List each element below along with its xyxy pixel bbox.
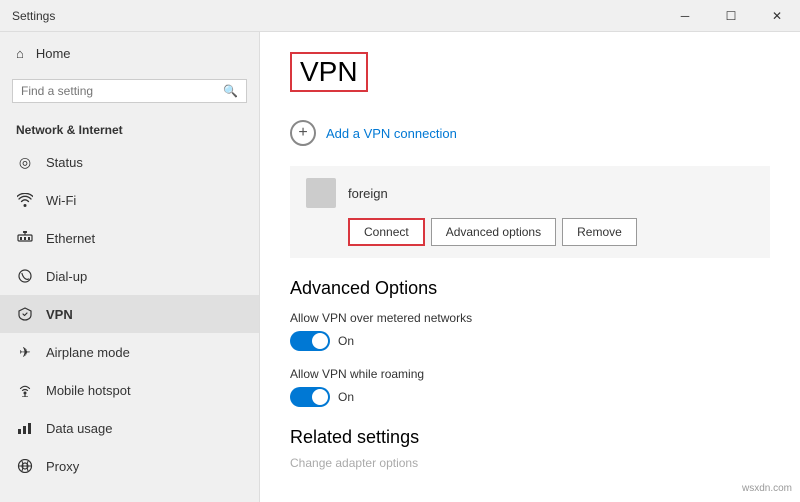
sidebar-home-label: Home (36, 46, 71, 61)
vpn-icon (16, 305, 34, 323)
change-adapter-link: Change adapter options (290, 456, 770, 470)
sidebar-item-datausage[interactable]: Data usage (0, 409, 259, 447)
sidebar-item-vpn[interactable]: VPN (0, 295, 259, 333)
sidebar-item-proxy[interactable]: Proxy (0, 447, 259, 485)
sidebar-item-status[interactable]: ◎ Status (0, 143, 259, 181)
vpn-item-header: foreign (306, 178, 754, 208)
dialup-icon (16, 267, 34, 285)
titlebar: Settings ─ ☐ ✕ (0, 0, 800, 32)
minimize-button[interactable]: ─ (662, 0, 708, 32)
main-content: VPN + Add a VPN connection foreign Conne… (260, 32, 800, 502)
search-icon: 🔍 (223, 84, 238, 98)
vpn-roaming-toggle-label: On (338, 390, 354, 404)
vpn-roaming-option: Allow VPN while roaming On (290, 367, 770, 407)
remove-button[interactable]: Remove (562, 218, 637, 246)
sidebar-item-label: Proxy (46, 459, 79, 474)
vpn-metered-option: Allow VPN over metered networks On (290, 311, 770, 351)
home-icon: ⌂ (16, 46, 24, 61)
search-input[interactable] (21, 84, 217, 98)
vpn-metered-toggle-label: On (338, 334, 354, 348)
related-settings-title: Related settings (290, 427, 770, 448)
vpn-roaming-toggle[interactable] (290, 387, 330, 407)
add-vpn-button[interactable]: + Add a VPN connection (290, 112, 770, 154)
vpn-metered-toggle-row: On (290, 331, 770, 351)
vpn-connection-name: foreign (348, 186, 388, 201)
sidebar: ⌂ Home 🔍 Network & Internet ◎ Status Wi-… (0, 32, 260, 502)
titlebar-controls: ─ ☐ ✕ (662, 0, 800, 31)
search-box[interactable]: 🔍 (12, 79, 247, 103)
sidebar-item-label: Wi-Fi (46, 193, 76, 208)
airplane-icon: ✈ (16, 343, 34, 361)
sidebar-item-label: VPN (46, 307, 73, 322)
app-body: ⌂ Home 🔍 Network & Internet ◎ Status Wi-… (0, 32, 800, 502)
datausage-icon (16, 419, 34, 437)
advanced-options-button[interactable]: Advanced options (431, 218, 556, 246)
page-title: VPN (290, 52, 368, 92)
vpn-actions: Connect Advanced options Remove (306, 218, 754, 246)
titlebar-title: Settings (12, 9, 55, 23)
vpn-metered-toggle[interactable] (290, 331, 330, 351)
advanced-options-title: Advanced Options (290, 278, 770, 299)
sidebar-item-hotspot[interactable]: Mobile hotspot (0, 371, 259, 409)
sidebar-section-title: Network & Internet (0, 111, 259, 143)
sidebar-item-label: Airplane mode (46, 345, 130, 360)
status-icon: ◎ (16, 153, 34, 171)
close-button[interactable]: ✕ (754, 0, 800, 32)
vpn-connection-icon (306, 178, 336, 208)
sidebar-item-label: Mobile hotspot (46, 383, 131, 398)
sidebar-item-dialup[interactable]: Dial-up (0, 257, 259, 295)
sidebar-item-label: Dial-up (46, 269, 87, 284)
vpn-roaming-toggle-row: On (290, 387, 770, 407)
watermark: wsxdn.com (742, 483, 792, 494)
wifi-icon (16, 191, 34, 209)
add-vpn-label: Add a VPN connection (326, 126, 457, 141)
maximize-button[interactable]: ☐ (708, 0, 754, 32)
vpn-metered-label: Allow VPN over metered networks (290, 311, 770, 325)
sidebar-item-ethernet[interactable]: Ethernet (0, 219, 259, 257)
proxy-icon (16, 457, 34, 475)
sidebar-item-airplane[interactable]: ✈ Airplane mode (0, 333, 259, 371)
vpn-connection-item: foreign Connect Advanced options Remove (290, 166, 770, 258)
connect-button[interactable]: Connect (348, 218, 425, 246)
sidebar-item-wifi[interactable]: Wi-Fi (0, 181, 259, 219)
sidebar-item-label: Ethernet (46, 231, 95, 246)
hotspot-icon (16, 381, 34, 399)
plus-icon: + (290, 120, 316, 146)
vpn-roaming-label: Allow VPN while roaming (290, 367, 770, 381)
sidebar-item-label: Data usage (46, 421, 113, 436)
ethernet-icon (16, 229, 34, 247)
sidebar-item-home[interactable]: ⌂ Home (0, 36, 259, 71)
sidebar-item-label: Status (46, 155, 83, 170)
